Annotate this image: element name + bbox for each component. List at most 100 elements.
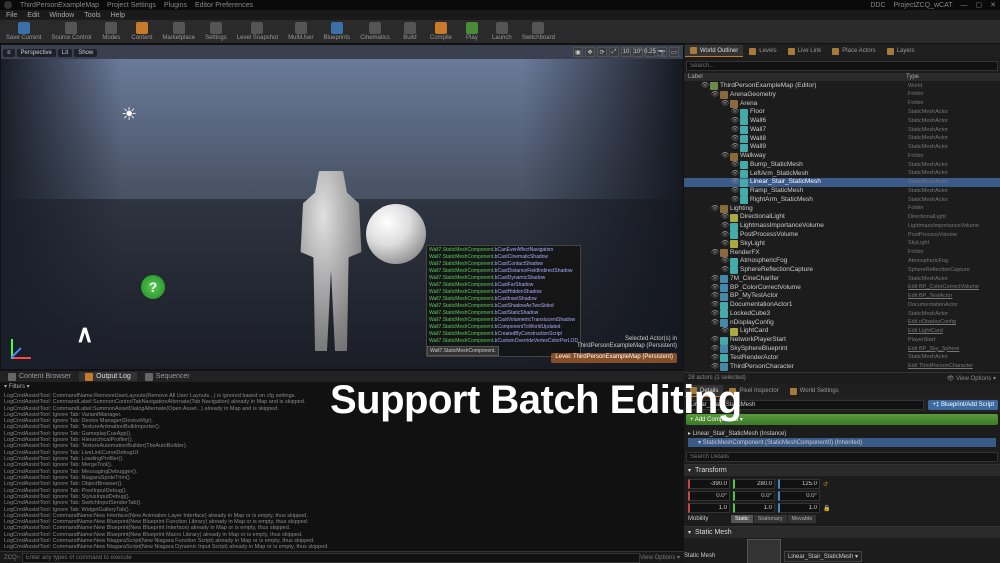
popup-item[interactable]: Wall7.StaticMeshComponent.bCastContactSh… bbox=[427, 260, 580, 267]
component-staticmesh[interactable]: ▾ StaticMeshComponent (StaticMeshCompone… bbox=[688, 438, 996, 447]
outliner-row[interactable]: 👁ArenaFolder bbox=[684, 100, 1000, 109]
title-tab-3[interactable]: Editor Preferences bbox=[195, 2, 253, 9]
popup-item[interactable]: Wall7.StaticMeshComponent.bCastStaticSha… bbox=[427, 309, 580, 316]
rotation-z[interactable] bbox=[778, 491, 820, 501]
visibility-eye-icon[interactable]: 👁 bbox=[700, 82, 710, 91]
visibility-eye-icon[interactable]: 👁 bbox=[710, 310, 720, 319]
visibility-eye-icon[interactable]: 👁 bbox=[730, 143, 740, 152]
tab-output-log[interactable]: Output Log bbox=[79, 372, 137, 381]
visibility-eye-icon[interactable]: 👁 bbox=[720, 222, 730, 231]
toolbar-content[interactable]: Content bbox=[127, 21, 156, 42]
outliner-row[interactable]: 👁FloorStaticMeshActor bbox=[684, 108, 1000, 117]
visibility-eye-icon[interactable]: 👁 bbox=[710, 354, 720, 363]
outliner-view-options[interactable]: 👁 View Options ▾ bbox=[947, 375, 996, 382]
outliner-row[interactable]: 👁RightArm_StaticMeshStaticMeshActor bbox=[684, 196, 1000, 205]
outliner-row[interactable]: 👁BP_MyTestActorEdit BP_TestActor bbox=[684, 292, 1000, 301]
visibility-eye-icon[interactable]: 👁 bbox=[710, 363, 720, 372]
static-mesh-thumb[interactable] bbox=[747, 539, 781, 563]
visibility-eye-icon[interactable]: 👁 bbox=[720, 100, 730, 109]
outliner-row[interactable]: 👁Wall9StaticMeshActor bbox=[684, 143, 1000, 152]
outliner-row[interactable]: 👁LightmassImportanceVolumeLightmassImpor… bbox=[684, 222, 1000, 231]
toolbar-marketplace[interactable]: Marketplace bbox=[158, 21, 199, 42]
outliner-row[interactable]: 👁ArenaGeometryFolder bbox=[684, 91, 1000, 100]
tab-sequencer[interactable]: Sequencer bbox=[139, 372, 196, 381]
toolbar-multiuser[interactable]: MultiUser bbox=[284, 21, 317, 42]
visibility-eye-icon[interactable]: 👁 bbox=[720, 327, 730, 336]
outliner-row[interactable]: 👁PostProcessVolumePostProcessVolume bbox=[684, 231, 1000, 240]
section-transform[interactable]: Transform bbox=[684, 465, 1000, 476]
outliner-row[interactable]: 👁Linear_Stair_StaticMeshStaticMeshActor bbox=[684, 178, 1000, 187]
popup-item[interactable]: Wall7.StaticMeshComponent.bCastHiddenSha… bbox=[427, 288, 580, 295]
outliner-row[interactable]: 👁ThirdPersonExampleMap (Editor)World bbox=[684, 82, 1000, 91]
popup-item[interactable]: Wall7.StaticMeshComponent.bCastVolumetri… bbox=[427, 316, 580, 323]
mobility-movable[interactable]: Movable bbox=[788, 515, 817, 523]
static-mesh-dropdown[interactable]: Linear_Stair_StaticMesh ▾ bbox=[784, 551, 862, 562]
toolbar-source-control[interactable]: Source Control bbox=[47, 21, 95, 42]
visibility-eye-icon[interactable]: 👁 bbox=[730, 108, 740, 117]
outliner-row[interactable]: 👁LightingFolder bbox=[684, 205, 1000, 214]
toolbar-blueprints[interactable]: Blueprints bbox=[320, 21, 355, 42]
outliner-row[interactable]: 👁SkyLightSkyLight bbox=[684, 240, 1000, 249]
visibility-eye-icon[interactable]: 👁 bbox=[720, 213, 730, 222]
toolbar-play[interactable]: Play bbox=[458, 21, 486, 42]
outliner-row[interactable]: 👁SkySphereBlueprintEdit BP_Sky_Sphere bbox=[684, 345, 1000, 354]
blueprint-add-script-button[interactable]: +‡ Blueprint/Add Script bbox=[928, 400, 998, 410]
popup-search-input[interactable] bbox=[427, 346, 499, 356]
log-filters[interactable]: ▾ Filters ▾ bbox=[4, 384, 680, 391]
menu-help[interactable]: Help bbox=[111, 12, 125, 19]
tab-levels[interactable]: Levels bbox=[744, 45, 781, 57]
outliner-row[interactable]: 👁LockedCube3StaticMeshActor bbox=[684, 310, 1000, 319]
add-component-button[interactable]: + Add Component ▾ bbox=[686, 414, 998, 425]
mannequin-actor[interactable] bbox=[291, 171, 371, 351]
reflection-sphere[interactable] bbox=[366, 204, 426, 264]
mobility-static[interactable]: Static bbox=[731, 515, 753, 523]
cmd-input[interactable] bbox=[22, 553, 640, 563]
lock-scale-icon[interactable]: 🔒 bbox=[823, 505, 830, 512]
outliner-row[interactable]: 👁DocumentationActor1DocumentationActor bbox=[684, 301, 1000, 310]
toolbar-compile[interactable]: Compile bbox=[426, 21, 456, 42]
viewport-show[interactable]: Show bbox=[74, 49, 97, 57]
toolbar-build[interactable]: Build bbox=[396, 21, 424, 42]
outliner-row[interactable]: 👁SphereReflectionCaptureSphereReflection… bbox=[684, 266, 1000, 275]
outliner-row[interactable]: 👁NetworkPlayerStartPlayerStart bbox=[684, 336, 1000, 345]
location-z[interactable] bbox=[778, 479, 820, 489]
component-root[interactable]: ▸ Linear_Stair_StaticMesh (Instance) bbox=[688, 429, 996, 438]
toolbar-modes[interactable]: Modes bbox=[97, 21, 125, 42]
tab-details[interactable]: Details bbox=[685, 385, 723, 397]
visibility-eye-icon[interactable]: 👁 bbox=[720, 266, 730, 275]
outliner-row[interactable]: 👁Ramp_StaticMeshStaticMeshActor bbox=[684, 187, 1000, 196]
details-search[interactable] bbox=[686, 452, 998, 462]
popup-item[interactable]: Wall7.StaticMeshComponent.bCastShadowAsT… bbox=[427, 302, 580, 309]
popup-item[interactable]: Wall7.StaticMeshComponent.bCastDynamicSh… bbox=[427, 274, 580, 281]
popup-item[interactable]: Wall7.StaticMeshComponent.bCastFarShadow bbox=[427, 281, 580, 288]
outliner-row[interactable]: 👁nDisplayConfigEdit nDisplayConfig bbox=[684, 319, 1000, 328]
visibility-eye-icon[interactable]: 👁 bbox=[720, 240, 730, 249]
tab-content-browser[interactable]: Content Browser bbox=[2, 372, 77, 381]
visibility-eye-icon[interactable]: 👁 bbox=[710, 91, 720, 100]
outliner-row[interactable]: 👁Wall7StaticMeshActor bbox=[684, 126, 1000, 135]
visibility-eye-icon[interactable]: 👁 bbox=[730, 161, 740, 170]
location-y[interactable] bbox=[733, 479, 775, 489]
location-x[interactable] bbox=[688, 479, 730, 489]
visibility-eye-icon[interactable]: 👁 bbox=[710, 275, 720, 284]
playerstart-icon[interactable]: ∧ bbox=[76, 320, 94, 349]
window-min-icon[interactable]: — bbox=[961, 2, 968, 9]
popup-item[interactable]: Wall7.StaticMeshComponent.bCastDistanceF… bbox=[427, 267, 580, 274]
viewport-perspective[interactable]: Perspective bbox=[17, 49, 56, 57]
visibility-eye-icon[interactable]: 👁 bbox=[720, 257, 730, 266]
ddc-indicator[interactable]: DDC bbox=[870, 2, 885, 9]
output-log[interactable]: ▾ Filters ▾ LogCmdAssistTool: CommandNam… bbox=[0, 382, 684, 551]
window-close-icon[interactable]: ✕ bbox=[990, 1, 996, 9]
outliner-row[interactable]: 👁DirectionalLightDirectionalLight bbox=[684, 213, 1000, 222]
outliner-col-label[interactable]: Label bbox=[688, 74, 906, 80]
section-static-mesh[interactable]: Static Mesh bbox=[684, 527, 1000, 538]
tab-layers[interactable]: Layers bbox=[882, 45, 920, 57]
visibility-eye-icon[interactable]: 👁 bbox=[710, 345, 720, 354]
menu-file[interactable]: File bbox=[6, 12, 17, 19]
menu-tools[interactable]: Tools bbox=[84, 12, 100, 19]
popup-item[interactable]: Wall7.StaticMeshComponent.bCastCinematic… bbox=[427, 253, 580, 260]
tab-place-actors[interactable]: Place Actors bbox=[827, 45, 880, 57]
outliner-row[interactable]: 👁ThirdPersonCharacterEdit ThirdPersonCha… bbox=[684, 363, 1000, 372]
tab-world-settings[interactable]: World Settings bbox=[785, 385, 844, 397]
visibility-eye-icon[interactable]: 👁 bbox=[710, 205, 720, 214]
